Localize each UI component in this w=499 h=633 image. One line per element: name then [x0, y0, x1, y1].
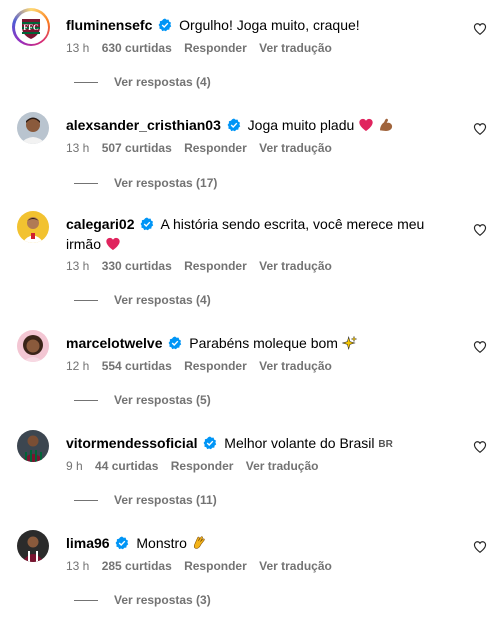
view-replies-button[interactable]: Ver respostas (3) [74, 592, 211, 608]
comment-meta: 13 h 330 curtidas Responder Ver tradução [66, 258, 341, 274]
username[interactable]: fluminensefc [66, 17, 152, 33]
comment-meta: 12 h 554 curtidas Responder Ver tradução [66, 358, 341, 374]
avatar[interactable] [17, 112, 49, 144]
replies-divider [74, 400, 98, 402]
translate-button[interactable]: Ver tradução [259, 141, 332, 155]
username[interactable]: calegari02 [66, 216, 135, 232]
likes-count[interactable]: 330 curtidas [102, 259, 172, 273]
view-replies-label: Ver respostas (11) [114, 493, 217, 507]
avatar[interactable] [17, 430, 49, 462]
reply-button[interactable]: Responder [184, 41, 247, 55]
view-replies-label: Ver respostas (17) [114, 176, 218, 190]
avatar[interactable] [17, 330, 49, 362]
translate-button[interactable]: Ver tradução [259, 559, 332, 573]
verified-badge-icon [158, 18, 172, 32]
likes-count[interactable]: 44 curtidas [95, 459, 158, 473]
timestamp[interactable]: 12 h [66, 359, 89, 373]
profile-photo [17, 530, 49, 562]
view-replies-button[interactable]: Ver respostas (4) [74, 292, 211, 308]
view-replies-button[interactable]: Ver respostas (11) [74, 492, 217, 508]
avatar[interactable]: FFC [12, 8, 50, 46]
reply-button[interactable]: Responder [171, 459, 234, 473]
reply-button[interactable]: Responder [184, 559, 247, 573]
comment-text: Melhor volante do Brasil [224, 435, 375, 451]
likes-count[interactable]: 630 curtidas [102, 41, 172, 55]
profile-photo [17, 430, 49, 462]
view-replies-button[interactable]: Ver respostas (5) [74, 392, 211, 408]
flexed-biceps-emoji-icon [380, 118, 393, 131]
reply-button[interactable]: Responder [184, 259, 247, 273]
club-crest-icon: FFC [22, 16, 40, 39]
replies-divider [74, 600, 98, 602]
like-heart-icon[interactable] [473, 223, 487, 237]
avatar[interactable] [17, 211, 49, 243]
comment-meta: 9 h 44 curtidas Responder Ver tradução [66, 458, 327, 474]
username[interactable]: lima96 [66, 535, 110, 551]
translate-button[interactable]: Ver tradução [246, 459, 319, 473]
view-replies-label: Ver respostas (3) [114, 593, 211, 607]
like-heart-icon[interactable] [473, 440, 487, 454]
sparkles-emoji-icon [341, 335, 358, 350]
timestamp[interactable]: 9 h [66, 459, 83, 473]
comment-text: Orgulho! Joga muito, craque! [179, 17, 360, 33]
comment-text: Joga muito pladu [247, 117, 355, 133]
verified-badge-icon [116, 536, 129, 550]
like-heart-icon[interactable] [473, 340, 487, 354]
view-replies-label: Ver respostas (5) [114, 393, 211, 407]
like-heart-icon[interactable] [473, 22, 487, 36]
profile-photo [17, 211, 49, 243]
view-replies-label: Ver respostas (4) [114, 293, 211, 307]
comment-text: Monstro [136, 535, 187, 551]
clapping-hands-emoji-icon [193, 536, 205, 549]
likes-count[interactable]: 554 curtidas [102, 359, 172, 373]
replies-divider [74, 183, 98, 185]
comment-meta: 13 h 285 curtidas Responder Ver tradução [66, 558, 341, 574]
reply-button[interactable]: Responder [184, 141, 247, 155]
likes-count[interactable]: 285 curtidas [102, 559, 172, 573]
username[interactable]: vitormendessoficial [66, 435, 198, 451]
verified-badge-icon [140, 217, 154, 231]
svg-text:FFC: FFC [23, 23, 39, 32]
view-replies-button[interactable]: Ver respostas (4) [74, 74, 211, 90]
profile-photo [17, 330, 49, 362]
comment-meta: 13 h 507 curtidas Responder Ver tradução [66, 140, 341, 156]
verified-badge-icon [168, 336, 182, 350]
comment-meta: 13 h 630 curtidas Responder Ver tradução [66, 40, 341, 56]
view-replies-label: Ver respostas (4) [114, 75, 211, 89]
timestamp[interactable]: 13 h [66, 141, 89, 155]
reply-button[interactable]: Responder [184, 359, 247, 373]
red-heart-emoji-icon [106, 237, 120, 250]
translate-button[interactable]: Ver tradução [259, 259, 332, 273]
username[interactable]: alexsander_cristhian03 [66, 117, 221, 133]
brazil-flag-emoji: BR [378, 439, 393, 450]
translate-button[interactable]: Ver tradução [259, 41, 332, 55]
view-replies-button[interactable]: Ver respostas (17) [74, 175, 217, 191]
like-heart-icon[interactable] [473, 122, 487, 136]
timestamp[interactable]: 13 h [66, 559, 89, 573]
red-heart-emoji-icon [359, 118, 373, 131]
comment-text: Parabéns moleque bom [189, 335, 338, 351]
timestamp[interactable]: 13 h [66, 259, 89, 273]
username[interactable]: marcelotwelve [66, 335, 163, 351]
timestamp[interactable]: 13 h [66, 41, 89, 55]
replies-divider [74, 82, 98, 84]
like-heart-icon[interactable] [473, 540, 487, 554]
likes-count[interactable]: 507 curtidas [102, 141, 172, 155]
translate-button[interactable]: Ver tradução [259, 359, 332, 373]
verified-badge-icon [203, 436, 217, 450]
verified-badge-icon [227, 118, 240, 132]
avatar[interactable] [17, 530, 49, 562]
replies-divider [74, 300, 98, 302]
replies-divider [74, 500, 98, 502]
profile-photo [17, 112, 49, 144]
